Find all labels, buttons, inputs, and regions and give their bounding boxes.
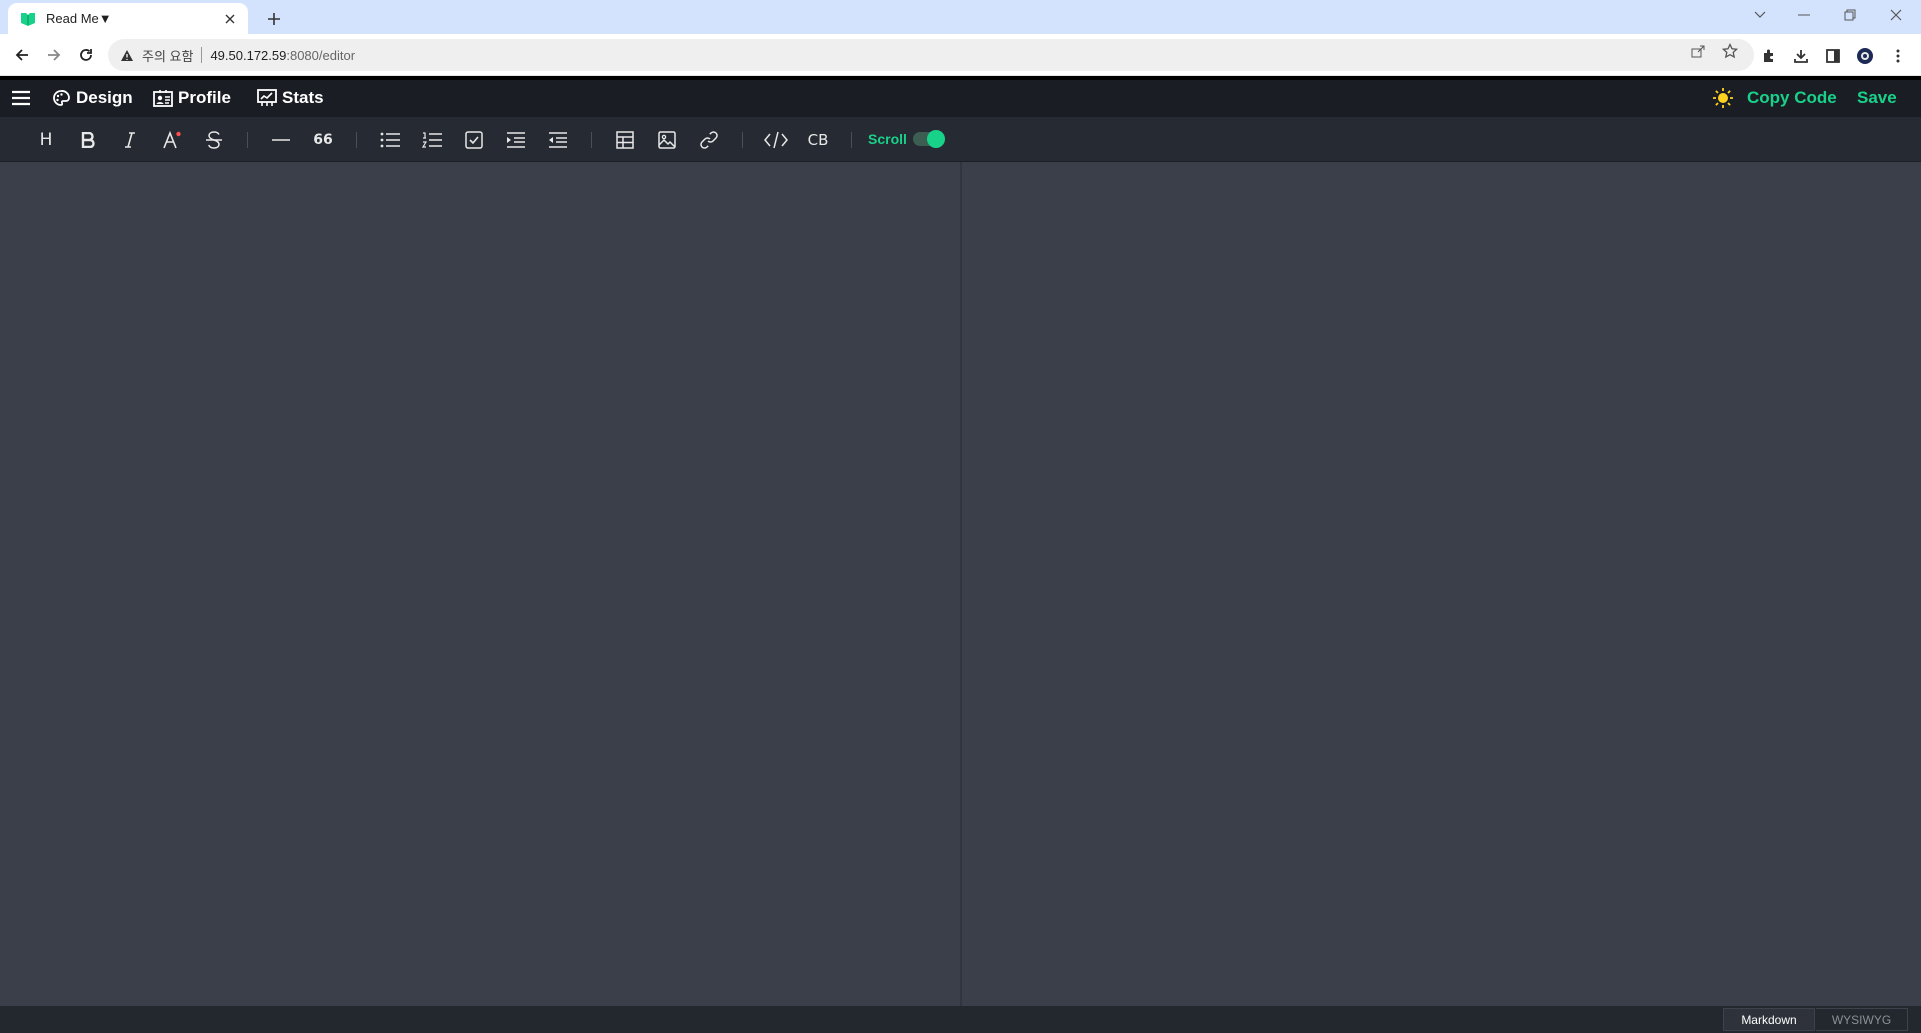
stats-board-icon <box>257 88 277 108</box>
markdown-mode-tab[interactable]: Markdown <box>1723 1008 1815 1031</box>
browser-tab-strip: Read Me▼ <box>0 0 1921 34</box>
omnibox-divider <box>201 47 203 63</box>
browser-toolbar: 주의 요함 49.50.172.59 :8080/editor <box>0 34 1921 76</box>
toolbar-divider <box>247 132 248 148</box>
image-icon[interactable] <box>654 127 680 153</box>
scroll-sync-label: Scroll <box>868 131 907 147</box>
bold-icon[interactable] <box>75 127 101 153</box>
restore-icon[interactable] <box>1828 0 1872 30</box>
address-bar[interactable]: 주의 요함 49.50.172.59 :8080/editor <box>108 39 1754 71</box>
security-warning-text[interactable]: 주의 요함 <box>142 46 193 65</box>
preview-pane <box>962 162 1921 1006</box>
code-block-label: CB <box>807 131 829 149</box>
browser-tab[interactable]: Read Me▼ <box>8 3 248 34</box>
horizontal-rule-icon[interactable] <box>268 127 294 153</box>
editor-toolbar: H 66 CB Scroll <box>0 117 1921 162</box>
quote-button[interactable]: 66 <box>310 127 336 153</box>
heading-label: H <box>39 130 53 150</box>
toolbar-divider <box>742 132 743 148</box>
nav-design[interactable]: Design <box>51 86 133 110</box>
reload-icon[interactable] <box>72 41 100 69</box>
palette-icon <box>51 88 71 108</box>
url-path: :8080/editor <box>286 47 356 63</box>
scroll-sync-toggle[interactable] <box>913 130 945 148</box>
side-panel-icon[interactable] <box>1823 46 1843 66</box>
save-button[interactable]: Save <box>1857 86 1897 110</box>
indent-icon[interactable] <box>503 127 529 153</box>
warning-triangle-icon[interactable] <box>120 49 134 62</box>
forward-icon[interactable] <box>40 41 68 69</box>
copy-code-button[interactable]: Copy Code <box>1747 86 1837 110</box>
close-window-icon[interactable] <box>1874 0 1918 30</box>
outdent-icon[interactable] <box>545 127 571 153</box>
nav-profile[interactable]: Profile <box>153 86 231 110</box>
extensions-puzzle-icon[interactable] <box>1759 46 1779 66</box>
tab-search-icon[interactable] <box>1738 0 1782 30</box>
mode-switch-bar: Markdown WYSIWYG <box>0 1006 1921 1033</box>
profile-card-icon <box>153 88 173 108</box>
minimize-icon[interactable] <box>1782 0 1826 30</box>
toolbar-divider <box>356 132 357 148</box>
app-header: Design Profile Stats Copy Code Save <box>0 80 1921 117</box>
toolbar-divider <box>851 132 852 148</box>
numbered-list-icon[interactable] <box>419 127 445 153</box>
profile-avatar-icon[interactable] <box>1855 46 1875 66</box>
text-color-icon[interactable] <box>159 127 185 153</box>
quote-label: 66 <box>313 132 333 148</box>
browser-menu-icon[interactable] <box>1888 46 1908 66</box>
heading-button[interactable]: H <box>33 127 59 153</box>
table-icon[interactable] <box>612 127 638 153</box>
url-host: 49.50.172.59 <box>210 47 287 63</box>
tab-close-icon[interactable] <box>222 11 238 27</box>
bullet-list-icon[interactable] <box>377 127 403 153</box>
code-block-button[interactable]: CB <box>805 127 831 153</box>
app-favicon-icon <box>20 11 36 27</box>
nav-design-label: Design <box>76 88 133 107</box>
share-icon[interactable] <box>1689 42 1707 60</box>
downloads-icon[interactable] <box>1791 46 1811 66</box>
nav-profile-label: Profile <box>178 88 231 107</box>
strikethrough-icon[interactable] <box>201 127 227 153</box>
markdown-editor-pane[interactable] <box>0 162 960 1006</box>
nav-stats-label: Stats <box>282 88 324 107</box>
tab-title: Read Me▼ <box>46 11 112 26</box>
nav-stats[interactable]: Stats <box>257 86 324 110</box>
theme-toggle-sun-icon[interactable] <box>1712 87 1734 109</box>
wysiwyg-mode-tab[interactable]: WYSIWYG <box>1816 1008 1908 1031</box>
link-icon[interactable] <box>696 127 722 153</box>
bookmark-star-icon[interactable] <box>1721 42 1739 60</box>
toolbar-divider <box>591 132 592 148</box>
toggle-knob <box>927 130 945 148</box>
back-icon[interactable] <box>8 41 36 69</box>
new-tab-icon[interactable] <box>260 5 288 33</box>
hamburger-menu-icon[interactable] <box>10 88 32 108</box>
inline-code-icon[interactable] <box>763 127 789 153</box>
italic-icon[interactable] <box>117 127 143 153</box>
task-checkbox-icon[interactable] <box>461 127 487 153</box>
